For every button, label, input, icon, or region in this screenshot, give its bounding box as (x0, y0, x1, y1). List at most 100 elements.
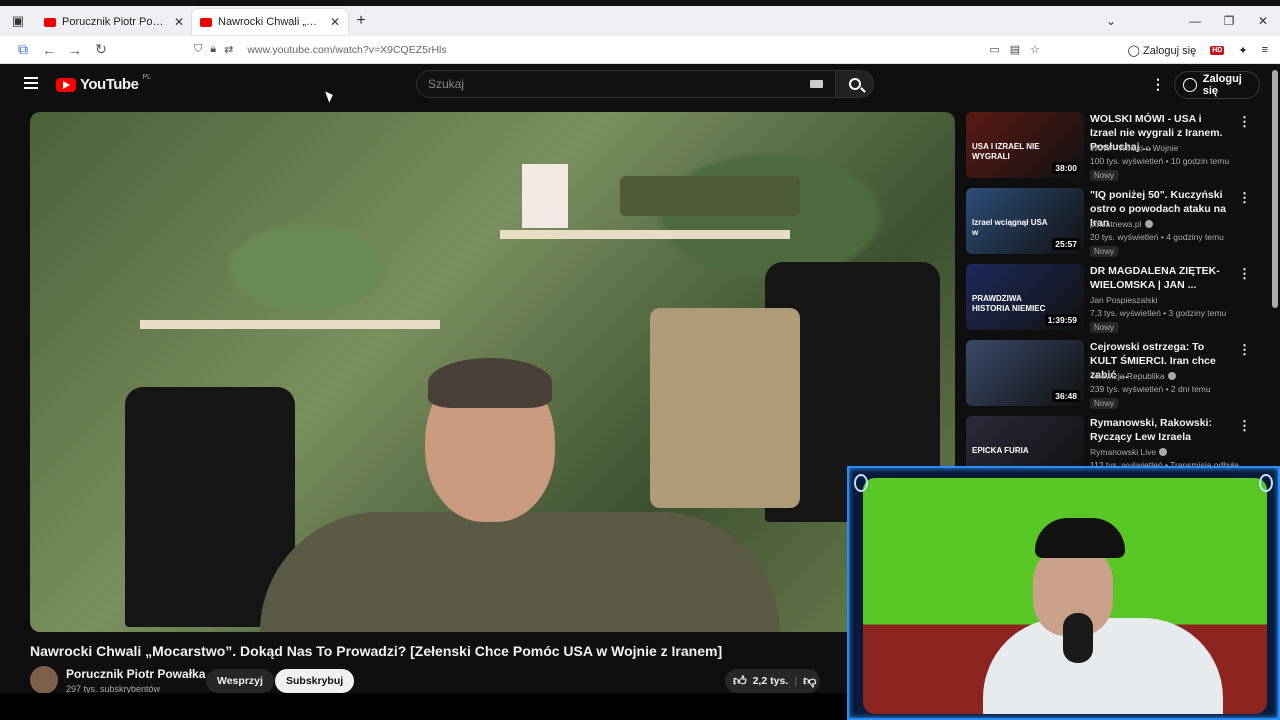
bookmark-star-icon[interactable]: ☆ (1030, 43, 1040, 56)
reload-icon[interactable]: ↻ (88, 41, 114, 58)
address-bar[interactable]: ⛉ 🔒︎ ⇄ www.youtube.com/watch?v=X9CQEZ5rH… (194, 38, 1054, 62)
new-badge: Nowy (1090, 398, 1119, 409)
recommendation-channel[interactable]: Telewizja Republika (1090, 371, 1176, 381)
close-tab-icon[interactable]: ✕ (174, 15, 184, 29)
recommendation-item[interactable]: EPICKA FURIA Rymanowski, Rakowski: Rycząc… (966, 416, 1256, 468)
webcam-overlay (847, 466, 1280, 720)
more-actions-icon[interactable]: ⋮ (1238, 418, 1251, 434)
webcam-feed (863, 478, 1267, 714)
region-code: PL (142, 74, 151, 81)
settings-more-icon[interactable]: ⋮ (1151, 76, 1165, 93)
duration-badge: 36:48 (1052, 390, 1080, 402)
tab-video[interactable]: Nawrocki Chwali „Mocarstwo”. D ✕ (192, 9, 348, 35)
more-actions-icon[interactable]: ⋮ (1238, 266, 1251, 282)
search-placeholder: Szukaj (428, 77, 465, 91)
new-badge: Nowy (1090, 246, 1119, 257)
recommendation-item[interactable]: 36:48 Cejrowski ostrzega: To KULT ŚMIERCI… (966, 340, 1256, 410)
extensions-icon[interactable]: ✦ (1238, 44, 1247, 57)
video-thumbnail[interactable]: 36:48 (966, 340, 1084, 406)
channel-name[interactable]: Porucznik Piotr Powałka (66, 667, 205, 681)
recommendation-channel[interactable]: WoW - Wolski o Wojnie (1090, 143, 1178, 153)
url-text[interactable]: www.youtube.com/watch?v=X9CQEZ5rHls (247, 44, 446, 56)
tank-model (620, 176, 800, 216)
recommendation-item[interactable]: Izrael wciągnął USA w 25:57 "IQ poniżej 50… (966, 188, 1256, 258)
streamer (973, 518, 1223, 714)
recommendation-meta: 100 tys. wyświetleń • 10 godzin temu (1090, 156, 1230, 166)
tab-overflow-icon[interactable]: ⌄ (1094, 14, 1128, 28)
like-count[interactable]: 2,2 tys. (753, 675, 789, 687)
shelf (140, 320, 440, 329)
forward-icon[interactable]: → (62, 42, 88, 58)
video-thumbnail[interactable]: Izrael wciągnął USA w 25:57 (966, 188, 1084, 254)
bottom-bar (0, 693, 847, 720)
tab-channel[interactable]: Porucznik Piotr Powałka - YouTu ✕ (36, 9, 192, 35)
recommendation-item[interactable]: USA I IZRAEL NIE WYGRALI 38:00 WOLSKI MÓWI… (966, 112, 1256, 182)
lock-icon[interactable]: 🔒︎ (210, 43, 216, 56)
close-tab-icon[interactable]: ✕ (330, 15, 340, 29)
shield-icon[interactable]: ⛉ (194, 43, 202, 56)
close-window-icon[interactable]: ✕ (1246, 14, 1280, 28)
video-thumbnail[interactable]: USA I IZRAEL NIE WYGRALI 38:00 (966, 112, 1084, 178)
recommendation-channel[interactable]: Rymanowski Live (1090, 447, 1168, 457)
pip-icon[interactable]: ▭ (989, 43, 999, 56)
recommendation-channel[interactable]: Jan Pospieszalski (1090, 295, 1158, 305)
duration-badge: 1:39:59 (1044, 314, 1080, 326)
more-actions-icon[interactable]: ⋮ (1238, 114, 1251, 130)
sign-in-button[interactable]: Zaloguj się (1174, 71, 1260, 99)
channel-label: Jan Pospieszalski (1090, 295, 1158, 305)
account-button[interactable]: ◯ Zaloguj się (1128, 44, 1197, 57)
recommendation-channel[interactable]: polsatnews.pl (1090, 219, 1153, 229)
minimize-icon[interactable]: — (1178, 14, 1212, 28)
youtube-favicon-icon (44, 17, 56, 27)
video-player[interactable] (30, 112, 955, 632)
more-actions-icon[interactable]: ⋮ (1238, 190, 1251, 206)
sidebar-toggle-icon[interactable]: ⧉ (10, 41, 36, 58)
search-button[interactable] (836, 70, 874, 98)
logo-text: YouTube (80, 76, 139, 93)
back-icon[interactable]: ← (36, 42, 62, 58)
permissions-icon[interactable]: ⇄ (224, 43, 233, 56)
search-input[interactable]: Szukaj (416, 70, 836, 98)
new-badge: Nowy (1090, 170, 1119, 181)
recommendation-title[interactable]: DR MAGDALENA ZIĘTEK-WIELOMSKA | JAN ... (1090, 264, 1230, 292)
recommendation-item[interactable]: PRAWDZIWA HISTORIA NIEMIEC 1:39:59 DR MAGD… (966, 264, 1256, 334)
recommendation-meta: 239 tys. wyświetleń • 2 dni temu (1090, 384, 1211, 394)
recommendations-list: USA I IZRAEL NIE WYGRALI 38:00 WOLSKI MÓWI… (966, 112, 1256, 468)
browser-toolbar: ⧉ ← → ↻ ⛉ 🔒︎ ⇄ www.youtube.com/watch?v=X… (0, 36, 1280, 64)
channel-avatar[interactable] (30, 666, 58, 694)
video-thumbnail[interactable]: PRAWDZIWA HISTORIA NIEMIEC 1:39:59 (966, 264, 1084, 330)
channel-label: polsatnews.pl (1090, 219, 1142, 229)
video-thumbnail[interactable]: EPICKA FURIA (966, 416, 1084, 468)
recommendation-meta: 20 tys. wyświetleń • 4 godziny temu (1090, 232, 1224, 242)
microphone (1063, 613, 1093, 663)
more-actions-icon[interactable]: ⋮ (1238, 342, 1251, 358)
hamburger-menu-icon[interactable] (24, 77, 38, 89)
page-scrollbar[interactable] (1272, 70, 1278, 308)
dislike-icon[interactable]: 👎︎ (803, 673, 816, 689)
subscribe-button[interactable]: Subskrybuj (275, 669, 355, 693)
recommendation-title[interactable]: Rymanowski, Rakowski: Ryczący Lew Izrael… (1090, 416, 1230, 444)
youtube-header: YouTube PL Szukaj ⋮ Zaloguj się (6, 64, 1274, 106)
new-tab-button[interactable]: + (348, 12, 374, 30)
video-title: Nawrocki Chwali „Mocarstwo”. Dokąd Nas T… (30, 643, 723, 659)
person-icon (1183, 78, 1197, 92)
maximize-icon[interactable]: ❐ (1212, 14, 1246, 28)
youtube-logo[interactable]: YouTube PL (56, 74, 151, 93)
tab-list-icon[interactable]: ▣ (0, 6, 36, 36)
duration-badge: 25:57 (1052, 238, 1080, 250)
hd-extension-icon[interactable]: HD (1210, 45, 1225, 55)
shelf (500, 230, 790, 239)
like-icon[interactable]: 👍︎ (733, 673, 747, 689)
thumbnail-text: USA I IZRAEL NIE WYGRALI (972, 142, 1040, 161)
channel-label: WoW - Wolski o Wojnie (1090, 143, 1179, 153)
recommendation-meta: 7,3 tys. wyświetleń • 3 godziny temu (1090, 308, 1227, 318)
reader-icon[interactable]: ▤ (1010, 43, 1020, 56)
youtube-play-icon (56, 77, 76, 92)
menu-icon[interactable]: ≡ (1262, 44, 1268, 56)
duration-badge: 38:00 (1052, 162, 1080, 174)
keyboard-icon[interactable] (810, 80, 823, 88)
channel-label: Rymanowski Live (1090, 447, 1157, 457)
thumbnail-text: PRAWDZIWA HISTORIA NIEMIEC (972, 294, 1046, 313)
support-button[interactable]: Wesprzyj (206, 669, 274, 693)
frame-corner-icon (1259, 474, 1273, 492)
